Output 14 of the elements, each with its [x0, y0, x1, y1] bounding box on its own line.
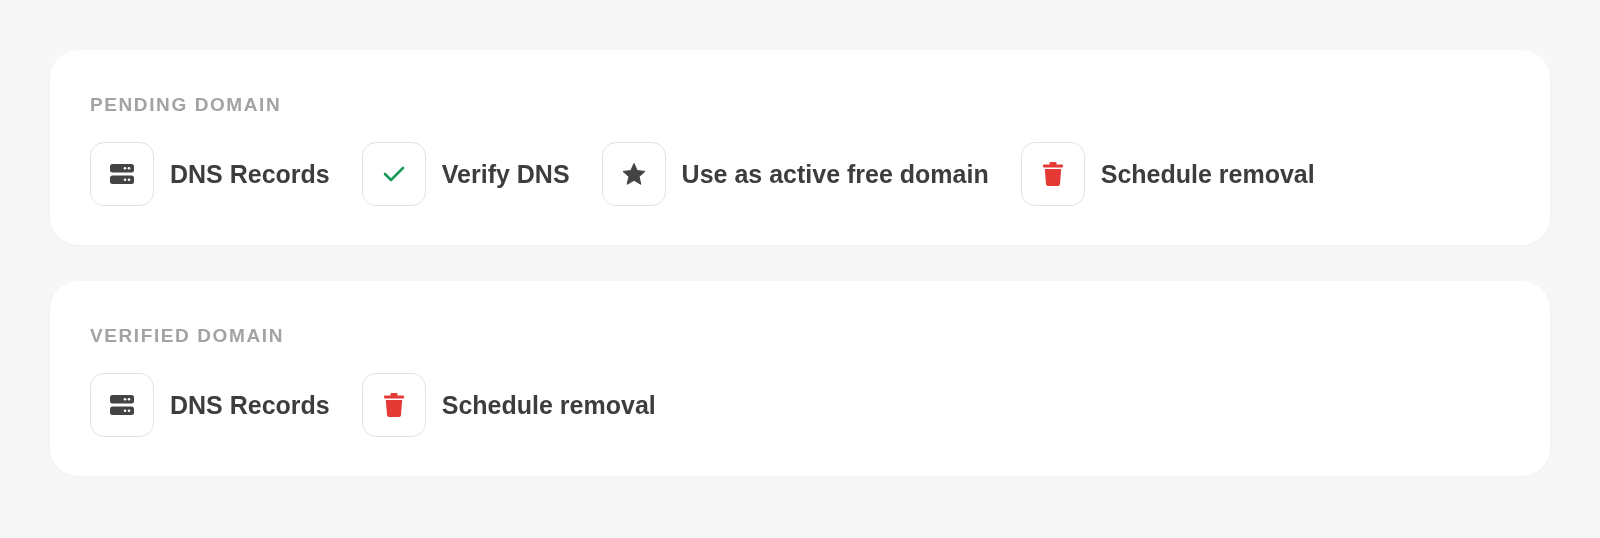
check-icon: [382, 166, 405, 182]
action-button[interactable]: Verify DNS: [361, 142, 570, 206]
trash-icon: [383, 393, 404, 417]
section-title: PENDING DOMAIN: [90, 94, 283, 116]
server-icon: [110, 164, 134, 184]
action-button[interactable]: DNS Records: [90, 373, 330, 437]
action-button[interactable]: Schedule removal: [1020, 142, 1315, 206]
action-button[interactable]: DNS Records: [90, 142, 330, 206]
section-title: VERIFIED DOMAIN: [90, 325, 285, 347]
action-button[interactable]: Use as active free domain: [601, 142, 989, 206]
action-button[interactable]: Schedule removal: [361, 373, 656, 437]
trash-icon: [1042, 162, 1063, 186]
server-icon: [110, 395, 134, 415]
star-icon: [621, 162, 646, 186]
